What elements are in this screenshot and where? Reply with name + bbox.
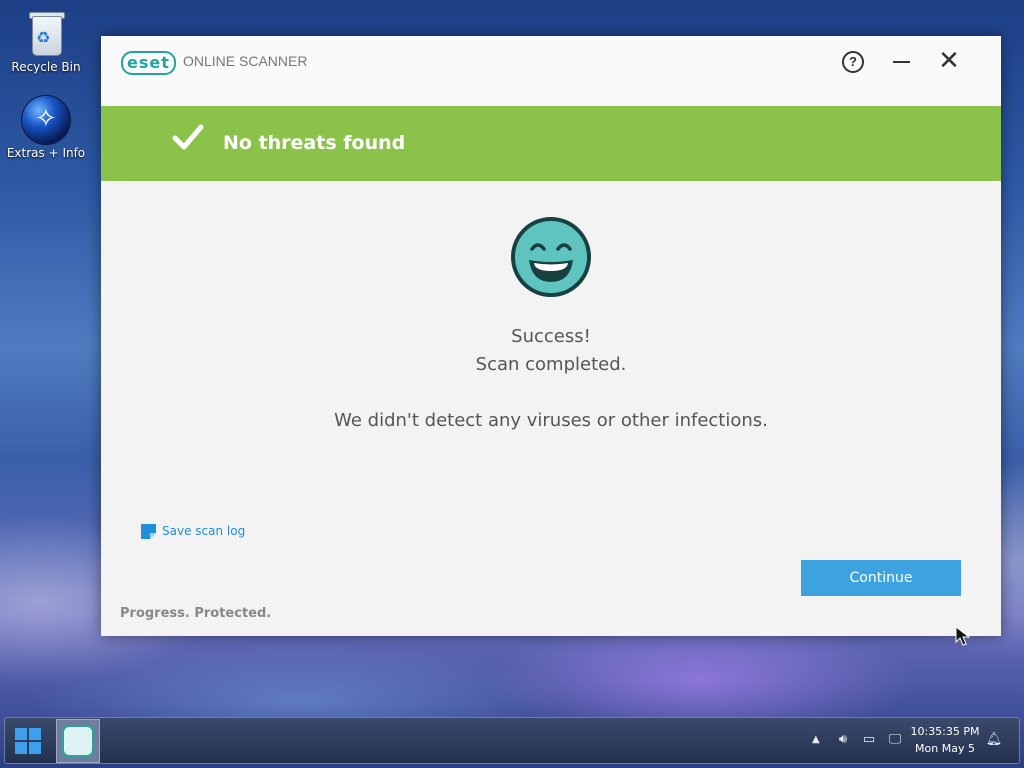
recycle-bin-icon: ♻ <box>22 10 70 58</box>
save-log-icon <box>141 524 156 539</box>
save-scan-log-label: Save scan log <box>162 524 246 538</box>
start-button[interactable] <box>13 726 43 756</box>
system-clock[interactable]: 10:35:35 PM Mon May 5 <box>907 723 983 757</box>
show-hidden-icons-chevron-icon[interactable]: ▲ <box>812 732 820 748</box>
taskbar: ▲ 🔊︎ ▭ 🖵︎ 10:35:35 PM Mon May 5 🔔︎ <box>4 717 1020 764</box>
desktop-icon-recycle-bin[interactable]: ♻ Recycle Bin <box>1 10 91 74</box>
desktop-icon-extras-info[interactable]: ✧ Extras + Info <box>1 96 91 160</box>
network-icon[interactable]: 🖵︎ <box>884 732 906 748</box>
clock-date: Mon May 5 <box>915 742 975 755</box>
notification-bell-icon[interactable]: 🔔︎ <box>983 732 1005 748</box>
clock-time: 10:35:35 PM <box>910 725 980 738</box>
happy-face-icon <box>511 217 591 297</box>
checkmark-icon <box>172 124 204 150</box>
result-title: Success! <box>511 326 591 347</box>
taskbar-eset-app[interactable] <box>56 719 100 763</box>
help-icon: ? <box>842 50 864 73</box>
desktop-icon-label: Extras + Info <box>6 146 86 160</box>
result-banner: No threats found <box>101 106 1001 181</box>
mouse-pointer-icon <box>955 626 971 646</box>
result-detail: We didn't detect any viruses or other in… <box>334 410 768 431</box>
eset-scanner-icon <box>62 725 94 757</box>
minimize-button[interactable] <box>885 48 917 74</box>
banner-title: No threats found <box>223 132 406 154</box>
close-icon: ✕ <box>938 46 960 76</box>
close-button[interactable]: ✕ <box>933 48 965 74</box>
volume-icon[interactable]: 🔊︎ <box>832 732 854 748</box>
continue-button[interactable]: Continue <box>801 560 961 596</box>
help-button[interactable]: ? <box>837 48 869 74</box>
eset-online-scanner-window: eset ONLINE SCANNER ? ✕ No threats found… <box>101 36 1001 636</box>
eset-logo: eset <box>121 51 176 75</box>
eset-slogan: Progress. Protected. <box>120 606 272 621</box>
battery-charging-icon[interactable]: ▭ <box>858 732 880 748</box>
desktop-icon-label: Recycle Bin <box>11 60 81 74</box>
product-name: ONLINE SCANNER <box>183 53 308 69</box>
title-bar[interactable]: eset ONLINE SCANNER ? ✕ <box>101 36 1001 106</box>
minimize-icon <box>892 60 910 63</box>
extras-info-icon: ✧ <box>22 96 70 144</box>
result-subtitle: Scan completed. <box>475 354 627 375</box>
